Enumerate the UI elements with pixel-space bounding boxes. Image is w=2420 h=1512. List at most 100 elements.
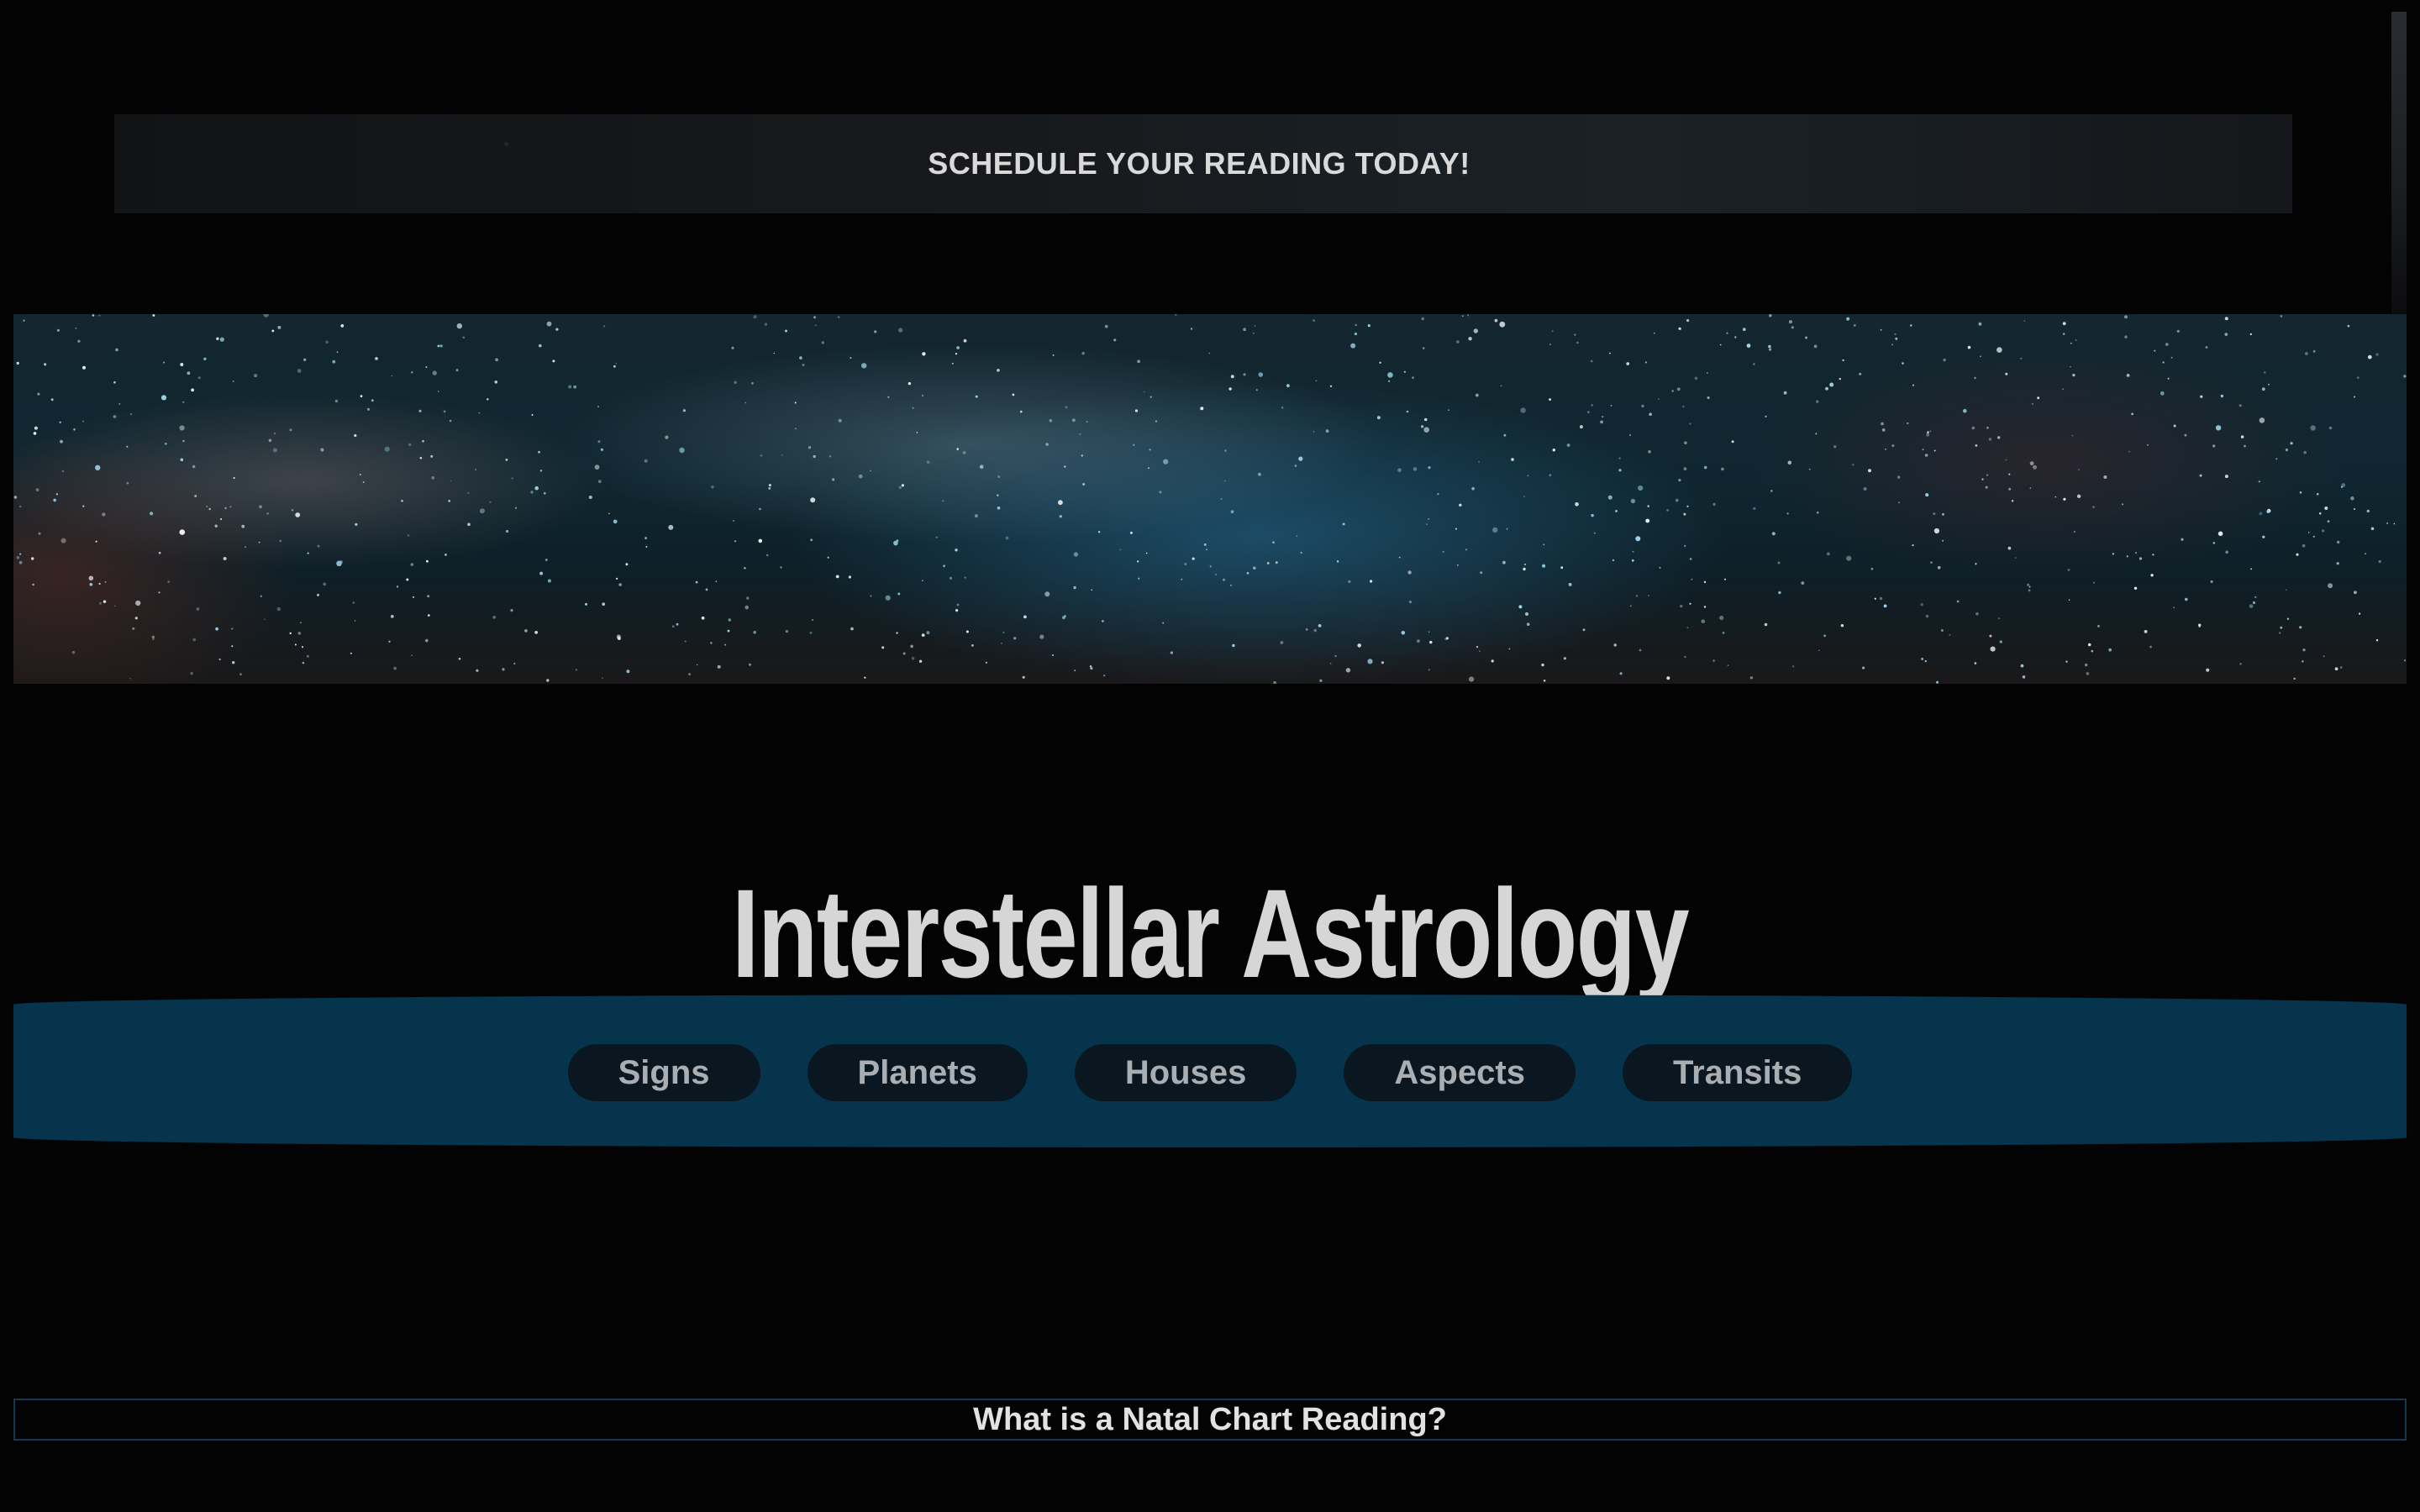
star	[1682, 405, 1685, 408]
star	[1348, 580, 1351, 583]
star	[951, 362, 954, 365]
nav-item-aspects[interactable]: Aspects	[1344, 1044, 1576, 1101]
star	[734, 381, 737, 384]
star	[151, 635, 155, 638]
star	[1591, 513, 1594, 517]
section-heading-natal-chart[interactable]: What is a Natal Chart Reading?	[13, 1399, 2407, 1441]
star	[1894, 333, 1897, 335]
star	[626, 669, 630, 674]
star	[602, 677, 603, 679]
star	[2303, 450, 2307, 454]
star	[1912, 384, 1915, 386]
star	[1683, 512, 1686, 516]
star	[979, 465, 984, 469]
star	[2173, 606, 2175, 609]
star	[539, 344, 542, 348]
star	[1813, 344, 1818, 349]
star	[1413, 467, 1418, 471]
starfield	[13, 314, 2407, 684]
star	[71, 651, 76, 654]
star	[359, 474, 361, 475]
star	[2268, 383, 2270, 386]
nav-item-signs[interactable]: Signs	[567, 1044, 760, 1101]
star	[2022, 675, 2026, 679]
star	[276, 606, 281, 612]
star	[437, 344, 440, 348]
star	[506, 529, 509, 533]
star	[1206, 549, 1207, 551]
star	[1491, 659, 1494, 663]
star	[2370, 527, 2375, 531]
star	[129, 413, 132, 416]
star	[1407, 570, 1412, 575]
star	[1315, 380, 1318, 382]
star	[2217, 531, 2223, 537]
star	[602, 602, 605, 606]
star	[2249, 333, 2252, 335]
star	[1862, 666, 1865, 669]
star	[432, 370, 437, 375]
star	[126, 481, 129, 485]
star	[2072, 373, 2075, 377]
star	[334, 399, 339, 403]
star	[1927, 431, 1929, 434]
star	[1232, 643, 1235, 648]
scrollbar[interactable]	[2391, 12, 2407, 314]
star	[1974, 662, 1977, 664]
star	[1252, 332, 1255, 334]
star	[295, 512, 301, 517]
star	[2128, 450, 2130, 453]
star	[1149, 449, 1151, 451]
promo-banner-text[interactable]: SCHEDULE YOUR READING TODAY!	[928, 146, 1470, 181]
star	[2200, 395, 2203, 398]
star	[2299, 626, 2302, 629]
star	[799, 356, 802, 360]
star	[2403, 375, 2407, 378]
star	[1175, 314, 1177, 316]
star	[104, 581, 107, 583]
star	[1676, 387, 1681, 391]
star	[2212, 542, 2216, 544]
star	[1502, 560, 1506, 564]
star	[1788, 320, 1792, 324]
star	[1568, 582, 1572, 586]
star	[1086, 421, 1088, 423]
star	[88, 575, 94, 581]
star	[1058, 500, 1063, 506]
star	[2206, 668, 2210, 672]
star	[391, 375, 393, 377]
star	[546, 679, 550, 682]
star	[1370, 580, 1373, 583]
star	[645, 546, 648, 548]
star	[1543, 680, 1546, 682]
star	[513, 663, 516, 664]
promo-banner[interactable]: SCHEDULE YOUR READING TODAY!	[114, 114, 2292, 213]
star	[2280, 315, 2283, 318]
star	[55, 493, 59, 496]
star	[2185, 597, 2188, 601]
star	[160, 395, 167, 401]
star	[1500, 385, 1502, 387]
star	[1376, 416, 1381, 420]
star	[19, 553, 22, 555]
star	[2316, 492, 2319, 496]
star	[1631, 559, 1634, 562]
star	[1619, 672, 1623, 675]
star	[1387, 372, 1393, 378]
star	[340, 324, 345, 328]
nav-item-houses[interactable]: Houses	[1074, 1044, 1297, 1101]
star	[428, 614, 430, 617]
star	[231, 645, 234, 648]
nav-item-transits[interactable]: Transits	[1622, 1044, 1853, 1101]
star	[2087, 643, 2091, 647]
star	[2375, 639, 2379, 642]
star	[1722, 632, 1725, 634]
nav-item-planets[interactable]: Planets	[807, 1044, 1028, 1101]
star	[1639, 648, 1642, 652]
star	[2008, 487, 2012, 491]
star	[1641, 404, 1644, 408]
star	[1403, 370, 1406, 373]
star	[1988, 438, 1992, 441]
star	[1045, 443, 1049, 446]
star	[2027, 583, 2030, 586]
